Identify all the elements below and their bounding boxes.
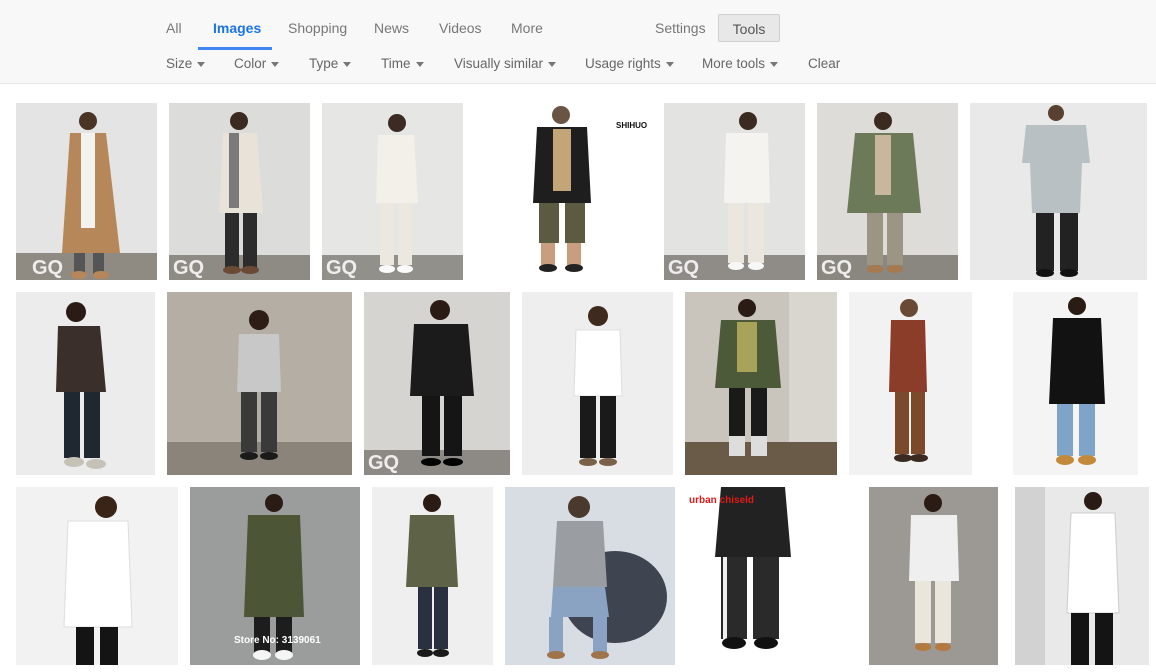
person-photo [664, 112, 805, 280]
person-photo [1022, 105, 1090, 277]
filter-size-label: Size [166, 56, 193, 71]
filter-time[interactable]: Time [381, 56, 424, 71]
tools-button[interactable]: Tools [718, 14, 780, 42]
clear-filters-link[interactable]: Clear [808, 56, 840, 71]
filter-time-label: Time [381, 56, 411, 71]
filter-size[interactable]: Size [166, 56, 206, 71]
urban-chiseld-watermark: urban chiseld [689, 495, 755, 506]
gq-watermark: GQ [32, 257, 64, 279]
result-image-7[interactable] [970, 103, 1147, 280]
person-photo [715, 487, 791, 649]
result-image-10[interactable]: GQ [364, 292, 510, 475]
gq-watermark: GQ [326, 257, 358, 279]
result-image-19[interactable]: urban chiseld [687, 487, 828, 665]
person-photo [63, 496, 133, 665]
person-photo [817, 112, 958, 280]
caret-down-icon [197, 61, 206, 67]
result-image-6[interactable]: GQ [817, 103, 958, 280]
filter-more-tools-label: More tools [702, 56, 766, 71]
person-photo [1049, 297, 1105, 465]
gq-watermark: GQ [368, 452, 400, 474]
filter-color[interactable]: Color [234, 56, 280, 71]
person-photo [16, 112, 157, 280]
result-image-5[interactable]: GQ [664, 103, 805, 280]
result-image-12[interactable] [685, 292, 837, 475]
filter-type[interactable]: Type [309, 56, 352, 71]
person-photo [322, 114, 463, 280]
result-image-9[interactable] [167, 292, 352, 475]
result-image-16[interactable]: Store No: 3139061 [190, 487, 360, 665]
filter-usage-rights[interactable]: Usage rights [585, 56, 674, 71]
tab-shopping[interactable]: Shopping [288, 20, 347, 36]
tab-videos[interactable]: Videos [439, 20, 482, 36]
filter-visually-similar-label: Visually similar [454, 56, 544, 71]
result-image-14[interactable] [1013, 292, 1138, 475]
person-photo [169, 112, 310, 280]
caret-down-icon [770, 61, 779, 67]
filter-usage-rights-label: Usage rights [585, 56, 661, 71]
caret-down-icon [343, 61, 352, 67]
result-image-18[interactable] [505, 487, 675, 665]
search-toolbar: All Images Shopping News Videos More Set… [0, 0, 1156, 84]
result-image-13[interactable] [849, 292, 972, 475]
filter-type-label: Type [309, 56, 339, 71]
gq-watermark: GQ [668, 257, 700, 279]
result-image-15[interactable] [16, 487, 178, 665]
tab-images[interactable]: Images [213, 20, 261, 36]
tab-news[interactable]: News [374, 20, 409, 36]
caret-down-icon [665, 61, 674, 67]
result-image-20[interactable] [869, 487, 998, 665]
active-tab-indicator [198, 47, 272, 50]
person-photo [909, 494, 959, 651]
filter-visually-similar[interactable]: Visually similar [454, 56, 557, 71]
caret-down-icon [415, 61, 424, 67]
result-image-4[interactable]: SHIHUO [475, 103, 652, 280]
person-photo [406, 494, 458, 657]
settings-link[interactable]: Settings [655, 20, 706, 36]
result-image-2[interactable]: GQ [169, 103, 310, 280]
person-photo [547, 496, 667, 659]
tab-all[interactable]: All [166, 20, 182, 36]
person-photo [167, 310, 352, 475]
shihuo-watermark: SHIHUO [616, 121, 648, 130]
result-image-3[interactable]: GQ [322, 103, 463, 280]
person-photo [1015, 487, 1120, 665]
result-image-17[interactable] [372, 487, 493, 665]
result-image-1[interactable]: GQ [16, 103, 157, 280]
filter-more-tools[interactable]: More tools [702, 56, 779, 71]
person-photo [685, 292, 837, 475]
caret-down-icon [271, 61, 280, 67]
result-image-11[interactable] [522, 292, 673, 475]
gq-watermark: GQ [173, 257, 205, 279]
gq-watermark: GQ [821, 257, 853, 279]
person-photo [56, 302, 106, 469]
result-image-21[interactable] [1015, 487, 1149, 665]
caret-down-icon [548, 61, 557, 67]
person-photo [573, 306, 623, 466]
store-watermark: Store No: 3139061 [234, 635, 321, 646]
filter-color-label: Color [234, 56, 267, 71]
person-photo [889, 299, 928, 462]
person-photo [364, 300, 510, 475]
result-image-8[interactable] [16, 292, 155, 475]
tab-more[interactable]: More [511, 20, 543, 36]
